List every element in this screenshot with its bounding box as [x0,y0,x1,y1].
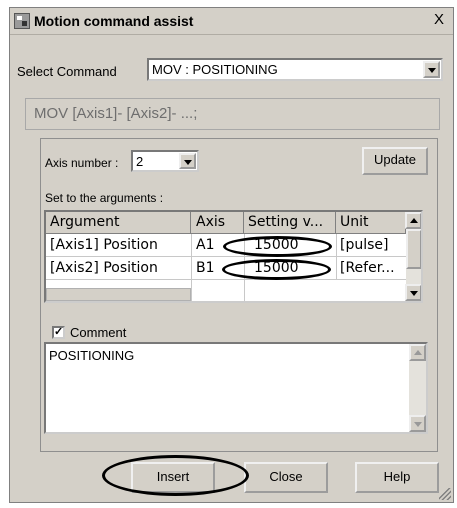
title-bar: Motion command assist X [10,8,453,35]
comment-checkbox[interactable]: ✓ [52,326,65,339]
comment-textarea[interactable]: POSITIONING [44,342,428,434]
arguments-label: Set to the arguments : [45,191,164,205]
unit-cell: [pulse] [340,237,389,253]
column-separator [336,234,337,280]
arguments-table[interactable]: Argument Axis Setting v... Unit [Axis1] … [44,210,423,303]
close-icon[interactable]: X [431,12,447,28]
window-title: Motion command assist [34,13,194,29]
select-command-dropdown[interactable]: MOV : POSITIONING [147,58,443,81]
scroll-down-icon[interactable] [405,284,421,301]
setting-value-cell[interactable]: 15000 [254,237,299,253]
dropdown-arrow-icon[interactable] [423,61,440,78]
resize-grip-icon[interactable] [439,488,451,500]
scroll-up-icon[interactable] [405,212,421,229]
axis-cell: A1 [196,237,215,253]
scroll-up-icon[interactable] [409,344,426,361]
comment-label: Comment [70,325,127,340]
command-syntax-text: MOV [Axis1]- [Axis2]- ...; [34,105,198,122]
table-horizontal-scrollbar[interactable] [46,288,191,301]
column-separator [244,234,245,301]
command-syntax-field: MOV [Axis1]- [Axis2]- ...; [25,98,440,130]
unit-cell: [Refer... [340,260,395,276]
column-header-setting-value[interactable]: Setting v... [244,212,336,234]
table-vertical-scrollbar[interactable] [405,212,421,301]
app-icon [14,13,30,29]
select-command-label: Select Command [17,64,117,79]
table-row[interactable]: [Axis2] Position B1 15000 [Refer... [46,257,406,280]
motion-command-assist-window: Motion command assist X Select Command M… [9,7,454,503]
axis-number-label: Axis number : [45,156,119,170]
checkmark-icon: ✓ [54,326,64,338]
select-command-value: MOV : POSITIONING [152,62,278,77]
help-button[interactable]: Help [355,462,439,493]
column-separator [191,234,192,301]
axis-number-dropdown[interactable]: 2 [131,150,199,172]
update-button[interactable]: Update [362,147,428,175]
insert-button[interactable]: Insert [131,462,215,493]
column-header-unit[interactable]: Unit [336,212,406,234]
dropdown-arrow-icon[interactable] [179,153,196,169]
comment-vertical-scrollbar[interactable] [409,344,426,432]
close-button[interactable]: Close [244,462,328,493]
argument-cell: [Axis2] Position [50,260,158,276]
axis-number-value: 2 [136,154,144,169]
axis-cell: B1 [196,260,215,276]
scroll-thumb[interactable] [406,229,421,269]
table-row[interactable]: [Axis1] Position A1 15000 [pulse] [46,234,406,257]
comment-text: POSITIONING [49,348,135,363]
column-header-argument[interactable]: Argument [46,212,191,234]
column-header-axis[interactable]: Axis [191,212,244,234]
scroll-down-icon[interactable] [409,415,426,432]
argument-cell: [Axis1] Position [50,237,158,253]
setting-value-cell[interactable]: 15000 [254,260,299,276]
